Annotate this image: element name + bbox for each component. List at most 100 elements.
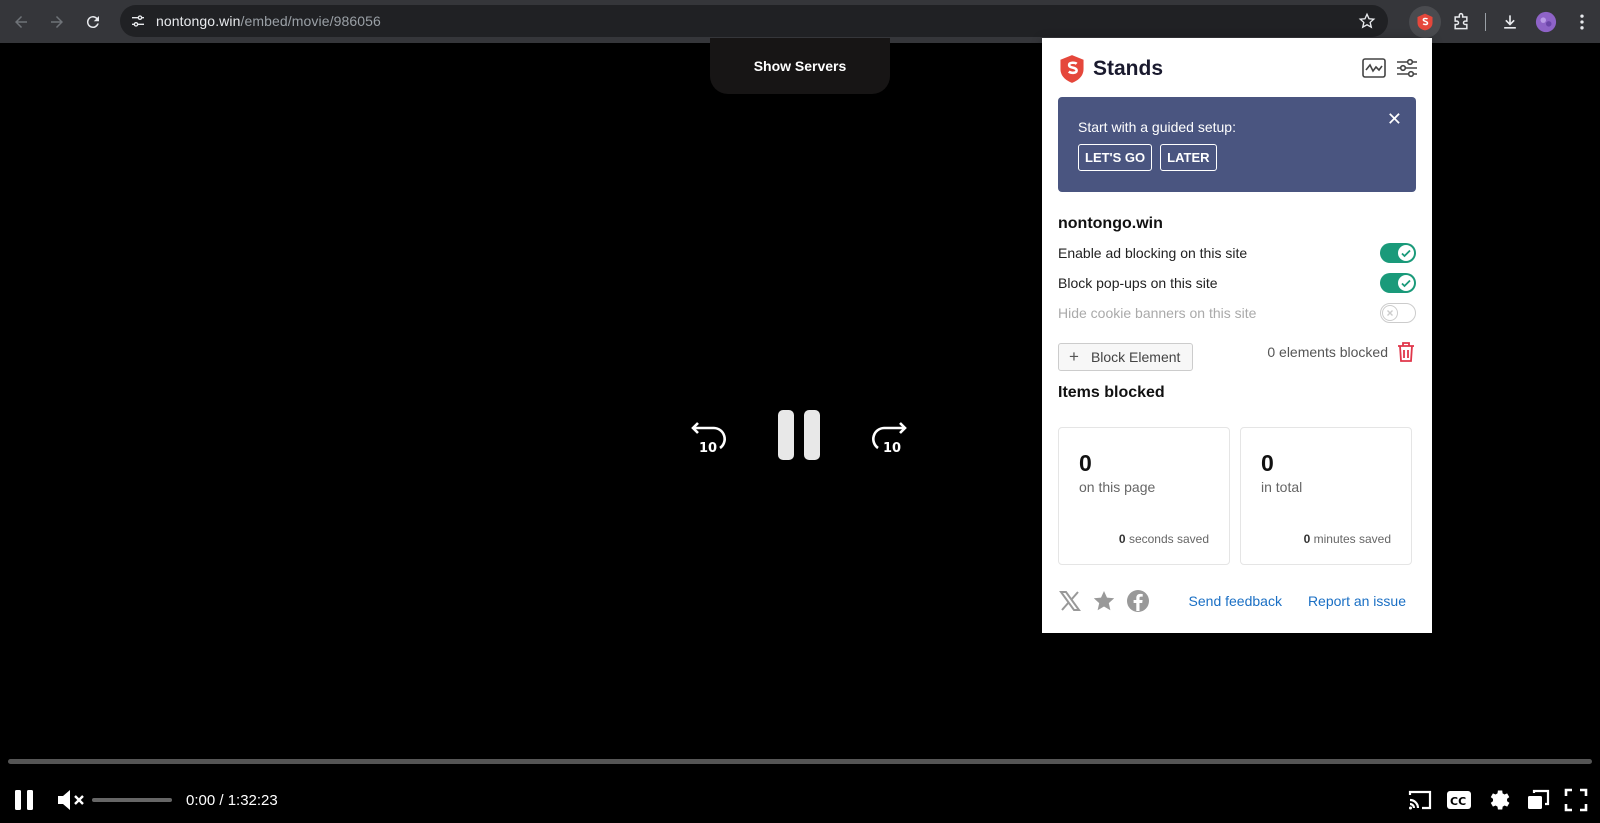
block-element-label: Block Element — [1090, 349, 1181, 365]
arrow-left-icon — [15, 15, 27, 28]
play-pause-button[interactable] — [778, 410, 820, 460]
items-blocked-title: Items blocked — [1058, 384, 1165, 401]
stat-value: 0 — [1079, 450, 1092, 476]
stands-logo — [1060, 55, 1084, 83]
guided-setup-text: Start with a guided setup: — [1078, 119, 1236, 135]
more-vertical-icon — [1580, 14, 1584, 29]
close-icon[interactable]: ✕ — [1387, 109, 1402, 130]
toggle-knob — [1398, 275, 1414, 291]
later-button[interactable]: LATER — [1160, 144, 1217, 171]
stat-card-total: 0 in total 0 minutes saved — [1240, 427, 1412, 565]
social-links — [1058, 589, 1150, 613]
pause-button[interactable] — [12, 782, 36, 818]
elements-blocked-count: 0 elements blocked — [1267, 344, 1388, 360]
send-feedback-link[interactable]: Send feedback — [1189, 593, 1282, 609]
volume-slider[interactable] — [92, 798, 172, 802]
reload-button[interactable] — [78, 7, 108, 37]
toggle-knob — [1398, 245, 1414, 261]
stat-label: in total — [1261, 479, 1303, 495]
player-controls: 0:00 / 1:32:23 CC — [0, 782, 1600, 818]
current-site-name: nontongo.win — [1058, 215, 1163, 232]
stands-extension-button[interactable] — [1409, 5, 1441, 38]
stat-saved-value: 0 — [1118, 532, 1126, 546]
address-bar[interactable]: nontongo.win/embed/movie/986056 — [120, 5, 1388, 37]
downloads-button[interactable] — [1494, 6, 1526, 38]
forward-label: 10 — [883, 441, 901, 455]
back-button[interactable] — [6, 7, 36, 37]
time-display: 0:00 / 1:32:23 — [186, 791, 278, 809]
stat-saved: 0 seconds saved — [1119, 532, 1209, 546]
popup-header: Stands — [1058, 54, 1163, 84]
popup-blocking-row: Block pop-ups on this site — [1058, 272, 1416, 294]
guided-setup-actions: LET'S GO LATER — [1078, 144, 1217, 171]
stat-saved: 0 minutes saved — [1304, 532, 1391, 546]
check-icon — [1401, 279, 1411, 288]
picture-in-picture-icon[interactable] — [1526, 788, 1550, 812]
report-issue-link[interactable]: Report an issue — [1308, 593, 1406, 609]
activity-chart-icon[interactable] — [1362, 58, 1386, 78]
forward-10-icon[interactable]: 10 — [868, 415, 908, 455]
rewind-label: 10 — [699, 441, 717, 455]
cast-icon[interactable] — [1408, 789, 1432, 811]
lets-go-button[interactable]: LET'S GO — [1078, 144, 1153, 171]
settings-gear-icon[interactable] — [1486, 787, 1512, 813]
ad-blocking-row: Enable ad blocking on this site — [1058, 242, 1416, 264]
avatar — [1535, 11, 1557, 32]
popup-footer: Send feedback Report an issue — [1058, 586, 1416, 616]
stat-saved-value: 0 — [1303, 532, 1311, 546]
settings-sliders-icon[interactable] — [1396, 58, 1418, 78]
facebook-icon[interactable] — [1126, 589, 1150, 613]
fullscreen-icon[interactable] — [1564, 788, 1588, 812]
download-icon — [1504, 14, 1516, 29]
stat-saved-label: seconds saved — [1128, 532, 1209, 546]
player-center-controls: 10 10 — [690, 410, 908, 460]
ad-blocking-toggle[interactable] — [1380, 243, 1416, 263]
show-servers-button[interactable]: Show Servers — [710, 38, 890, 94]
menu-button[interactable] — [1566, 6, 1598, 38]
site-info-button[interactable] — [122, 5, 154, 37]
stat-card-page: 0 on this page 0 seconds saved — [1058, 427, 1230, 565]
rewind-10-icon[interactable]: 10 — [690, 415, 730, 455]
volume-muted-icon — [58, 790, 84, 810]
x-icon — [1387, 310, 1393, 316]
block-element-button[interactable]: + Block Element — [1058, 343, 1194, 371]
pause-icon — [15, 790, 33, 810]
toolbar-right — [1407, 0, 1600, 43]
url-host: nontongo.win — [156, 13, 241, 29]
pause-bar-left — [778, 410, 794, 460]
stat-value: 0 — [1261, 450, 1274, 476]
cookie-banners-toggle[interactable] — [1380, 303, 1416, 323]
guided-setup-banner: Start with a guided setup: ✕ LET'S GO LA… — [1058, 97, 1416, 192]
url-path: /embed/movie/986056 — [240, 13, 381, 29]
reload-icon — [86, 15, 99, 28]
footer-links: Send feedback Report an issue — [1189, 593, 1406, 609]
popup-blocking-label: Block pop-ups on this site — [1058, 275, 1218, 291]
brand-name: Stands — [1093, 57, 1164, 80]
forward-button[interactable] — [42, 7, 72, 37]
toggle-knob — [1382, 305, 1398, 321]
url-text: nontongo.win/embed/movie/986056 — [156, 13, 381, 29]
pause-bar-right — [804, 410, 820, 460]
plus-icon: + — [1069, 347, 1079, 366]
browser-toolbar: nontongo.win/embed/movie/986056 — [0, 0, 1600, 43]
puzzle-icon — [1454, 12, 1468, 29]
bookmark-star-icon[interactable] — [1358, 12, 1376, 30]
stands-popup: Stands Start with a guided setup: ✕ LET'… — [1042, 38, 1432, 633]
popup-blocking-toggle[interactable] — [1380, 273, 1416, 293]
captions-icon[interactable]: CC — [1446, 789, 1472, 811]
elements-blocked: 0 elements blocked — [1267, 341, 1416, 363]
profile-button[interactable] — [1530, 6, 1562, 38]
x-twitter-icon[interactable] — [1058, 589, 1082, 613]
popup-header-icons — [1362, 58, 1418, 78]
seek-bar[interactable] — [8, 759, 1592, 764]
star-icon[interactable] — [1092, 589, 1116, 613]
trash-icon[interactable] — [1396, 341, 1416, 363]
mute-button[interactable] — [56, 782, 86, 818]
player-controls-right: CC — [1408, 782, 1588, 818]
svg-text:CC: CC — [1450, 795, 1466, 808]
toolbar-separator — [1485, 12, 1486, 31]
cookie-banners-row: Hide cookie banners on this site — [1058, 302, 1416, 324]
stat-label: on this page — [1079, 479, 1156, 495]
check-icon — [1401, 249, 1411, 258]
extensions-button[interactable] — [1445, 6, 1477, 38]
